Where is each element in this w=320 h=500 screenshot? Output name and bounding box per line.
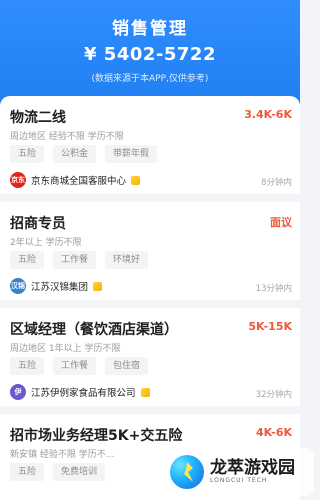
job-card[interactable]: 物流二线 3.4K-6K 周边地区 经验不限 学历不限 五险 公积金 带薪年假 … [0, 96, 300, 202]
watermark-logo: 龙萃游戏园 LONGCUI TECH [164, 448, 314, 496]
company-logo-text: 汉锦 [11, 282, 25, 290]
watermark-text: 龙萃游戏园 LONGCUI TECH [210, 457, 295, 484]
job-title: 招商专员 [10, 216, 66, 232]
job-tags: 五险 免费培训 [10, 463, 106, 481]
company-logo-text: 京东 [11, 176, 25, 184]
job-meta: 周边地区 1年以上 学历不限 [10, 344, 121, 354]
job-tags: 五险 公积金 带薪年假 [10, 145, 158, 163]
data-source-note: (数据来源于本APP,仅供参考) [91, 74, 209, 84]
company-logo: 伊 [10, 384, 26, 400]
job-meta: 新安镇 经验不限 学历不... [10, 450, 115, 460]
watermark-subtitle: LONGCUI TECH [210, 476, 268, 484]
job-tag: 带薪年假 [105, 145, 158, 163]
job-tag: 环境好 [105, 251, 149, 269]
company-logo: 汉锦 [10, 278, 26, 294]
job-title: 物流二线 [10, 110, 66, 126]
post-time: 13分钟内 [255, 284, 292, 294]
company-name: 京东商城全国客服中心 [31, 176, 127, 187]
company-row[interactable]: 京东 京东商城全国客服中心 [10, 172, 141, 188]
job-tag: 工作餐 [53, 251, 97, 269]
job-tag: 公积金 [53, 145, 97, 163]
page-title: 销售管理 [112, 19, 188, 39]
job-title: 区域经理（餐饮酒店渠道） [10, 322, 178, 338]
company-name: 江苏汉锦集团 [31, 282, 89, 293]
watermark-title: 龙萃游戏园 [210, 457, 295, 478]
post-time: 32分钟内 [255, 390, 292, 400]
job-title: 招市场业务经理5K+交五险 [10, 428, 183, 444]
salary-range: ¥ 5402-5722 [84, 44, 216, 65]
company-name: 江苏伊例家食品有限公司 [31, 388, 136, 399]
company-row[interactable]: 伊 江苏伊例家食品有限公司 [10, 384, 150, 400]
job-salary: 面议 [270, 216, 292, 229]
verified-icon [93, 281, 103, 291]
dragon-icon [170, 455, 204, 489]
job-tags: 五险 工作餐 环境好 [10, 251, 149, 269]
job-meta: 周边地区 经验不限 学历不限 [10, 132, 124, 142]
job-tag: 免费培训 [53, 463, 106, 481]
verified-icon [131, 175, 141, 185]
job-tag: 包住宿 [105, 357, 149, 375]
job-tag: 五险 [10, 145, 45, 163]
job-list: 物流二线 3.4K-6K 周边地区 经验不限 学历不限 五险 公积金 带薪年假 … [0, 96, 300, 500]
job-salary: 3.4K-6K [244, 108, 292, 121]
company-logo: 京东 [10, 172, 26, 188]
job-tags: 五险 工作餐 包住宿 [10, 357, 149, 375]
post-time: 8分钟内 [261, 178, 292, 188]
job-tag: 五险 [10, 463, 45, 481]
job-tag: 五险 [10, 357, 45, 375]
job-salary: 4K-6K [256, 426, 292, 439]
job-card[interactable]: 区域经理（餐饮酒店渠道） 5K-15K 周边地区 1年以上 学历不限 五险 工作… [0, 308, 300, 414]
job-tag: 工作餐 [53, 357, 97, 375]
job-salary: 5K-15K [248, 320, 292, 333]
job-card[interactable]: 招商专员 面议 2年以上 学历不限 五险 工作餐 环境好 汉锦 江苏汉锦集团 1… [0, 202, 300, 308]
job-tag: 五险 [10, 251, 45, 269]
verified-icon [140, 387, 150, 397]
company-logo-text: 伊 [14, 388, 22, 396]
company-row[interactable]: 汉锦 江苏汉锦集团 [10, 278, 103, 294]
job-meta: 2年以上 学历不限 [10, 238, 82, 248]
